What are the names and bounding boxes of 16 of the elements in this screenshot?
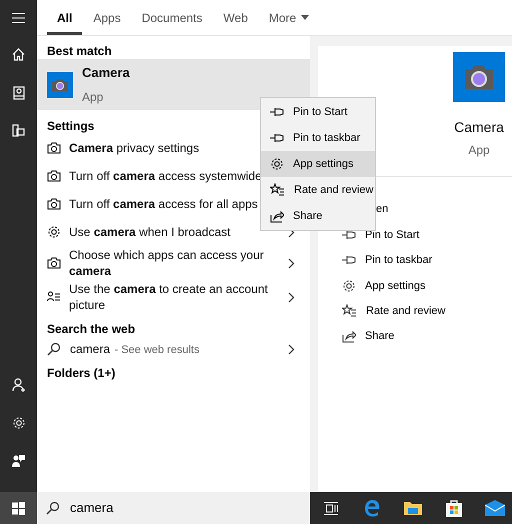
app-name: Camera: [82, 64, 130, 82]
result-text: Camera privacy settings: [69, 140, 200, 156]
section-heading: Settings: [47, 118, 94, 134]
section-heading: Best match: [47, 43, 112, 59]
result-text: Turn off camera access systemwide: [69, 168, 262, 184]
web-hint: - See web results: [114, 344, 200, 356]
result-text: Turn off camera access for all apps: [69, 196, 258, 212]
section-heading: Folders (1+): [47, 365, 116, 382]
app-type: App: [468, 142, 490, 159]
web-query: camera: [70, 342, 110, 356]
result-text: Use camera when I broadcast: [69, 224, 230, 240]
app-name: Camera: [454, 118, 504, 137]
section-heading: Search the web: [47, 321, 136, 335]
app-type: App: [82, 88, 104, 106]
result-text: Use the camera to create an account picture: [69, 281, 269, 313]
search-text: camera: [70, 499, 114, 518]
